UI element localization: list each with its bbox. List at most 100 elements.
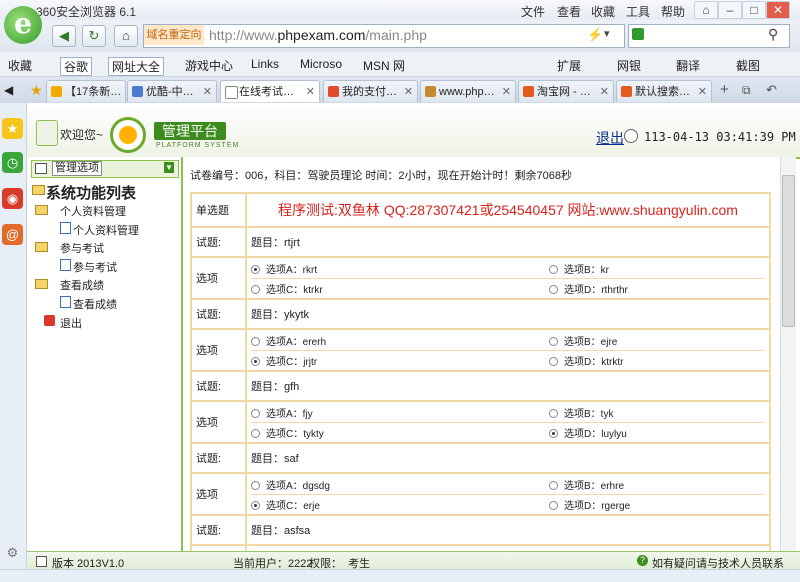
search-engine-icon[interactable] [632, 28, 644, 40]
refresh-icon[interactable]: ↻ [82, 25, 106, 47]
radio[interactable] [251, 428, 260, 438]
url-text[interactable]: http://www.phpexam.com/main.php [209, 27, 427, 43]
option-c[interactable]: 选项C：ktrkr [251, 281, 549, 296]
search-icon[interactable]: ⚲ [768, 26, 778, 43]
tab-alipay[interactable]: 我的支付… ✕ [323, 80, 418, 102]
tab-taobao[interactable]: 淘宝网 - … ✕ [518, 80, 614, 102]
radio-selected[interactable] [251, 264, 260, 274]
option-c[interactable]: 选项C：erje [251, 497, 549, 512]
tree-panel-title: 管理选项 [52, 161, 102, 176]
toolbar-ebank[interactable]: 网银 [617, 57, 641, 74]
folder-icon [35, 242, 48, 252]
undo-close-icon[interactable]: ↶ [766, 82, 777, 98]
menu-view[interactable]: 查看 [557, 3, 581, 20]
minimize-icon[interactable]: – [718, 1, 742, 19]
radio[interactable] [549, 408, 558, 418]
tab-online-exam[interactable]: 在线考试… ✕ [220, 80, 320, 102]
radio[interactable] [549, 500, 558, 510]
email-rail-icon[interactable]: @ [2, 224, 23, 245]
option-b[interactable]: 选项B：erhre [549, 477, 624, 492]
menu-favorites[interactable]: 收藏 [591, 3, 615, 20]
radio-selected[interactable] [251, 356, 260, 366]
toolbar-screenshot[interactable]: 截图 [736, 57, 760, 74]
page-edit-icon [60, 296, 71, 308]
tab-news[interactable]: 【17条新… [46, 80, 126, 102]
bookmark-url-directory[interactable]: 网址大全 [108, 57, 165, 76]
radio-selected[interactable] [549, 428, 558, 438]
tree-group-exam[interactable]: 参与考试 [60, 240, 104, 256]
favorites-rail-icon[interactable]: ★ [2, 118, 23, 139]
option-a[interactable]: 选项A：dgsdg [251, 477, 549, 492]
option-a[interactable]: 选项A：ererh [251, 333, 549, 348]
bookmark-game-center[interactable]: 游戏中心 [185, 57, 233, 74]
question-text: 题目：rtjrt [245, 226, 771, 258]
new-tab-icon[interactable]: + [720, 81, 729, 98]
options-label: 选项 [190, 400, 247, 444]
radio-selected[interactable] [251, 500, 260, 510]
weibo-rail-icon[interactable]: ◉ [2, 188, 23, 209]
tree-item-exit[interactable]: 退出 [60, 315, 82, 331]
question-text: 题目：ykytk [245, 298, 771, 330]
tab-back-icon[interactable]: ◀ [4, 83, 13, 97]
tree-item-profile[interactable]: 个人资料管理 [73, 222, 139, 238]
logout-link[interactable]: 退出 [596, 128, 624, 148]
tree-group-profile[interactable]: 个人资料管理 [60, 203, 126, 219]
option-c[interactable]: 选项C：jrjtr [251, 353, 549, 368]
toolbar-extensions[interactable]: 扩展 [557, 57, 581, 74]
browser-logo-icon: e [4, 6, 42, 44]
option-d[interactable]: 选项D：rthrthr [549, 281, 628, 296]
dropdown-icon[interactable]: ▾ [604, 27, 610, 40]
bookmark-links[interactable]: Links [251, 57, 279, 71]
scrollbar-thumb[interactable] [782, 175, 795, 327]
options-row: 选项 选项A：dgsdg 选项B：erhre 选项C：erje 选项D：rgerge [190, 472, 771, 516]
menu-file[interactable]: 文件 [521, 3, 545, 20]
browser-status-strip [0, 569, 800, 582]
option-b[interactable]: 选项B：ejre [549, 333, 617, 348]
radio[interactable] [251, 336, 260, 346]
option-a[interactable]: 选项A：rkrt [251, 261, 549, 276]
history-rail-icon[interactable]: ◷ [2, 152, 23, 173]
search-input[interactable] [628, 24, 790, 48]
bookmark-google[interactable]: 谷歌 [60, 57, 93, 76]
close-icon[interactable]: ✕ [766, 1, 790, 19]
tab-search[interactable]: 默认搜索… ✕ [616, 80, 712, 102]
option-a[interactable]: 选项A：fjy [251, 405, 549, 420]
radio[interactable] [549, 264, 558, 274]
radio[interactable] [251, 408, 260, 418]
radio[interactable] [251, 284, 260, 294]
maximize-icon[interactable]: □ [742, 1, 766, 19]
home-icon[interactable]: ⌂ [114, 25, 138, 47]
bookmark-msn[interactable]: MSN 网 [363, 57, 405, 74]
accelerate-icon[interactable]: ⚡ [587, 27, 603, 43]
radio[interactable] [549, 356, 558, 366]
option-d[interactable]: 选项D：luylyu [549, 425, 627, 440]
back-icon[interactable]: ◀ [52, 25, 76, 47]
bookmark-favorites[interactable]: 收藏 [8, 57, 32, 74]
bookmark-microsoft[interactable]: Microso [300, 57, 342, 71]
radio[interactable] [549, 480, 558, 490]
option-d[interactable]: 选项D：rgerge [549, 497, 630, 512]
settings-rail-icon[interactable]: ⚙ [2, 542, 23, 563]
radio[interactable] [549, 336, 558, 346]
dns-redirect-badge[interactable]: 域名重定向 [144, 25, 204, 45]
star-icon[interactable]: ★ [30, 82, 43, 99]
skin-icon[interactable]: ⌂ [694, 1, 718, 19]
toolbar-translate[interactable]: 翻译 [676, 57, 700, 74]
tab-phpexam[interactable]: www.php… ✕ [420, 80, 516, 102]
tree-item-exam[interactable]: 参与考试 [73, 259, 117, 275]
option-c[interactable]: 选项C：tykty [251, 425, 549, 440]
tree-item-scores[interactable]: 查看成绩 [73, 296, 117, 312]
menu-tools[interactable]: 工具 [626, 3, 650, 20]
radio[interactable] [549, 284, 558, 294]
options-row: 选项 选项A：ererh 选项B：ejre 选项C：jrjtr 选项D：ktrktr [190, 328, 771, 372]
option-d[interactable]: 选项D：ktrktr [549, 353, 623, 368]
collapse-icon[interactable]: ▼ [164, 162, 174, 173]
option-b[interactable]: 选项B：tyk [549, 405, 613, 420]
tree-group-scores[interactable]: 查看成绩 [60, 277, 104, 293]
restore-tab-icon[interactable]: ⧉ [742, 83, 751, 98]
tab-youku[interactable]: 优酷-中… ✕ [127, 80, 217, 102]
menu-help[interactable]: 帮助 [661, 3, 685, 20]
option-b[interactable]: 选项B：kr [549, 261, 609, 276]
radio[interactable] [251, 480, 260, 490]
welcome-text: 欢迎您~ [60, 128, 104, 142]
